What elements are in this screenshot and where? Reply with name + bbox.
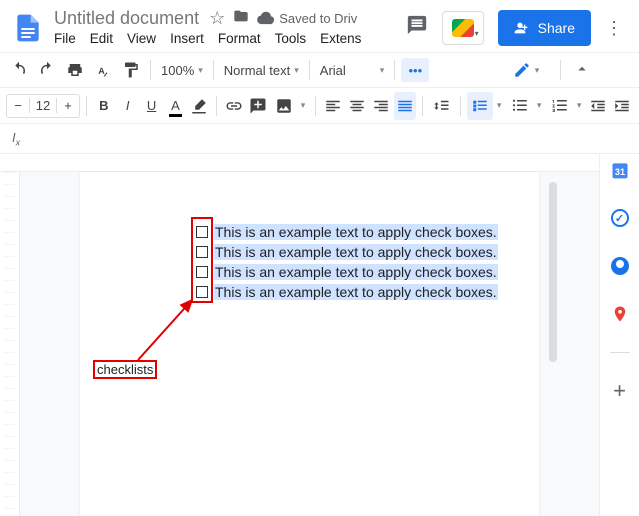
document-title[interactable]: Untitled document	[54, 8, 199, 29]
align-left-button[interactable]	[322, 92, 344, 120]
annotation-label: checklists	[93, 360, 157, 379]
add-sidebar-icon[interactable]: +	[610, 381, 630, 401]
zoom-dropdown[interactable]: 100%▾	[157, 63, 207, 78]
numbered-list-button[interactable]	[547, 92, 573, 120]
menu-insert[interactable]: Insert	[170, 31, 204, 46]
font-size-value[interactable]: 12	[29, 98, 57, 113]
align-center-button[interactable]	[346, 92, 368, 120]
align-justify-button[interactable]	[394, 92, 416, 120]
checklist-item[interactable]: This is an example text to apply check b…	[196, 222, 499, 242]
document-page[interactable]: This is an example text to apply check b…	[80, 172, 539, 516]
maps-sidebar-icon[interactable]	[610, 304, 630, 324]
calendar-sidebar-icon[interactable]: 31	[610, 160, 630, 180]
menu-tools[interactable]: Tools	[275, 31, 307, 46]
editing-mode-dropdown[interactable]: ▾	[504, 57, 548, 83]
checklist-item[interactable]: This is an example text to apply check b…	[196, 242, 499, 262]
paint-format-button[interactable]	[118, 56, 144, 84]
keep-sidebar-icon[interactable]	[610, 208, 630, 228]
highlight-button[interactable]	[188, 92, 210, 120]
checkbox-icon[interactable]	[196, 286, 208, 298]
clear-formatting-button[interactable]: Ix	[12, 130, 20, 148]
collapse-toolbar-button[interactable]	[573, 60, 591, 81]
menu-file[interactable]: File	[54, 31, 76, 46]
undo-button[interactable]	[6, 56, 32, 84]
checklist-item[interactable]: This is an example text to apply check b…	[196, 262, 499, 282]
bold-button[interactable]: B	[93, 92, 115, 120]
vertical-ruler	[0, 154, 20, 516]
menu-edit[interactable]: Edit	[90, 31, 113, 46]
more-toolbar-button[interactable]: •••	[401, 58, 429, 82]
insert-link-button[interactable]	[223, 92, 245, 120]
font-family-dropdown[interactable]: Arial▾	[316, 63, 389, 78]
comment-history-icon[interactable]	[406, 14, 428, 42]
bulleted-list-button[interactable]	[507, 92, 533, 120]
account-icon[interactable]: ⋮	[605, 18, 623, 39]
share-button[interactable]: Share	[498, 10, 591, 46]
contacts-sidebar-icon[interactable]	[610, 256, 630, 276]
menu-format[interactable]: Format	[218, 31, 261, 46]
decrease-font-size[interactable]: −	[7, 98, 29, 113]
insert-image-button[interactable]	[271, 92, 297, 120]
horizontal-ruler	[20, 154, 599, 172]
underline-button[interactable]: U	[141, 92, 163, 120]
spellcheck-button[interactable]	[90, 56, 116, 84]
checkbox-icon[interactable]	[196, 246, 208, 258]
font-size-control[interactable]: − 12 +	[6, 94, 80, 118]
annotation-arrow-icon	[130, 292, 205, 367]
star-icon[interactable]: ☆	[209, 8, 225, 29]
move-icon[interactable]	[233, 8, 249, 29]
add-comment-button[interactable]	[247, 92, 269, 120]
meet-button[interactable]: ▾	[442, 11, 484, 45]
svg-text:31: 31	[614, 167, 624, 177]
menu-extensions[interactable]: Extens	[320, 31, 361, 46]
checkbox-icon[interactable]	[196, 226, 208, 238]
decrease-indent-button[interactable]	[587, 92, 609, 120]
checklist-button[interactable]	[467, 92, 493, 120]
menu-view[interactable]: View	[127, 31, 156, 46]
align-right-button[interactable]	[370, 92, 392, 120]
italic-button[interactable]: I	[117, 92, 139, 120]
increase-indent-button[interactable]	[611, 92, 633, 120]
increase-font-size[interactable]: +	[57, 98, 79, 113]
text-color-button[interactable]: A	[165, 92, 187, 120]
line-spacing-button[interactable]	[428, 92, 454, 120]
cloud-saved-status: Saved to Driv	[257, 10, 357, 28]
docs-logo-icon[interactable]	[8, 8, 48, 48]
print-button[interactable]	[62, 56, 88, 84]
redo-button[interactable]	[34, 56, 60, 84]
checklist-item[interactable]: This is an example text to apply check b…	[196, 282, 499, 302]
paragraph-style-dropdown[interactable]: Normal text▾	[220, 63, 303, 78]
vertical-scrollbar[interactable]	[547, 172, 559, 516]
checkbox-icon[interactable]	[196, 266, 208, 278]
